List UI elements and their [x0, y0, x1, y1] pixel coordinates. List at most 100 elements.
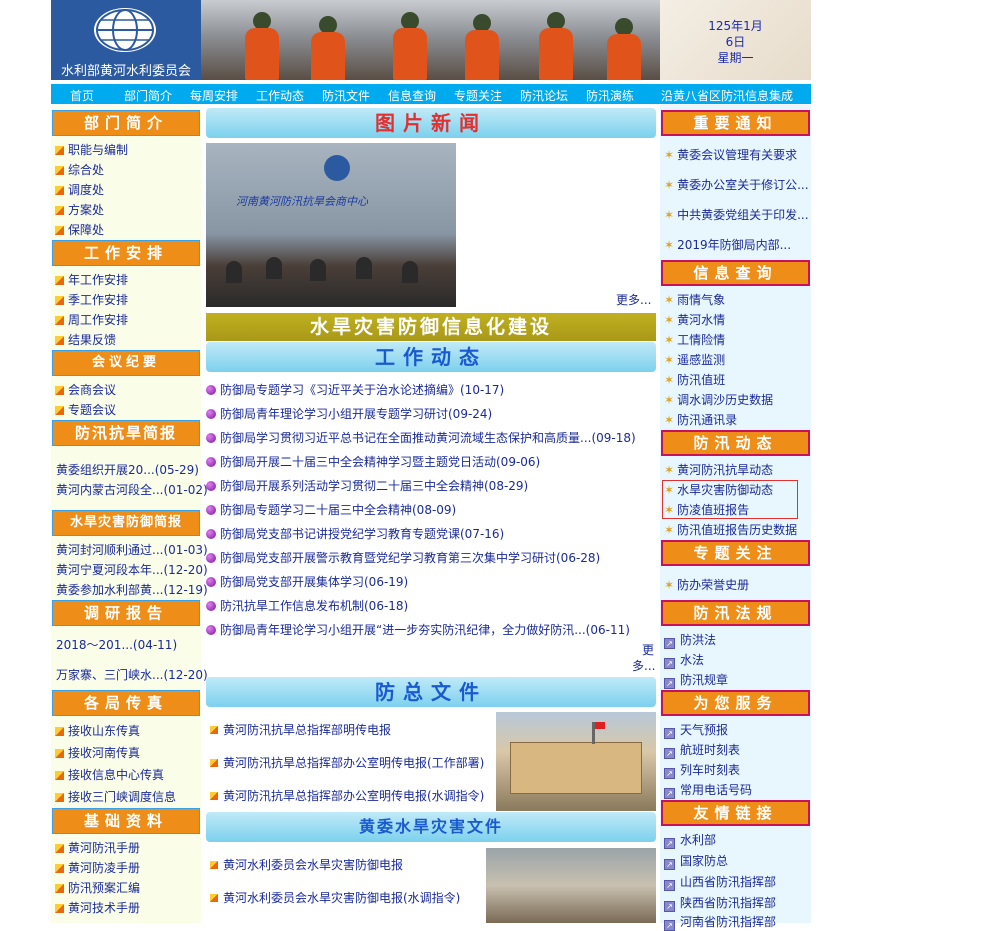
topic-item[interactable]: ✶ 防办荣誉史册: [664, 576, 749, 593]
brief-link[interactable]: 黄委组织开展20...(05-29): [56, 461, 199, 478]
more-link-part[interactable]: 更: [642, 641, 654, 658]
star-icon: ✶: [664, 208, 675, 222]
research-link[interactable]: 万家寨、三门峡水...(12-20): [56, 666, 208, 683]
sidebar-item[interactable]: 黄河防凌手册: [55, 859, 140, 876]
nav-forum[interactable]: 防汛论坛: [520, 87, 568, 104]
news-item[interactable]: 防御局党支部书记讲授党纪学习教育专题党课(07-16): [206, 525, 504, 542]
sidebar-item[interactable]: 防汛预案汇编: [55, 879, 140, 896]
service-item[interactable]: ↗ 天气预报: [664, 721, 728, 739]
news-item[interactable]: 防御局青年理论学习小组开展“进一步夯实防汛纪律，全力做好防汛...(06-11): [206, 621, 630, 638]
yrcc-docs-photo: [486, 848, 656, 923]
friend-link[interactable]: ↗ 陕西省防汛指挥部: [664, 894, 776, 912]
query-item[interactable]: ✶ 遥感监测: [664, 351, 725, 368]
doc-link[interactable]: 黄河水利委员会水旱灾害防御电报: [210, 856, 403, 873]
sidebar-item[interactable]: 接收河南传真: [55, 744, 140, 761]
section-header-basic: 基础资料: [52, 808, 200, 834]
sidebar-item[interactable]: 黄河防汛手册: [55, 839, 140, 856]
service-item[interactable]: ↗ 常用电话号码: [664, 781, 752, 799]
sidebar-item[interactable]: 黄河技术手册: [55, 899, 140, 916]
sidebar-item[interactable]: 综合处: [55, 161, 104, 178]
dynamics-item[interactable]: ✶ 黄河防汛抗旱动态: [664, 461, 773, 478]
law-item[interactable]: ↗ 防汛规章: [664, 671, 728, 689]
news-item[interactable]: 防御局青年理论学习小组开展专题学习研讨(09-24): [206, 405, 492, 422]
more-link[interactable]: 更多...: [616, 291, 651, 308]
research-link[interactable]: 2018～201...(04-11): [56, 636, 177, 653]
sidebar-item[interactable]: 职能与编制: [55, 141, 128, 158]
nav-home[interactable]: 首页: [70, 87, 94, 104]
sidebar-item[interactable]: 季工作安排: [55, 291, 128, 308]
query-item[interactable]: ✶ 黄河水情: [664, 311, 725, 328]
section-header-query: 信息查询: [661, 260, 810, 286]
more-link-part[interactable]: 多...: [632, 657, 655, 674]
law-item[interactable]: ↗ 防洪法: [664, 631, 716, 649]
star-icon: ✶: [664, 293, 675, 307]
dynamics-item[interactable]: ✶ 防汛值班报告历史数据: [664, 521, 797, 538]
star-icon: ✶: [664, 393, 675, 407]
sidebar-item[interactable]: 接收三门峡调度信息: [55, 788, 176, 805]
news-item[interactable]: 防御局专题学习二十届三中全会精神(08-09): [206, 501, 456, 518]
news-item[interactable]: 防御局开展系列活动学习贯彻二十届三中全会精神(08-29): [206, 477, 528, 494]
notice-item[interactable]: ✶ 2019年防御局内部...: [664, 236, 791, 253]
friend-link[interactable]: ↗ 水利部: [664, 831, 716, 849]
sidebar-item[interactable]: 方案处: [55, 201, 104, 218]
notice-item[interactable]: ✶ 黄委会议管理有关要求: [664, 146, 797, 163]
star-icon: ✶: [664, 313, 675, 327]
nav-dept[interactable]: 部门简介: [124, 87, 172, 104]
bullet-icon: [206, 577, 216, 587]
doc-link[interactable]: 黄河水利委员会水旱灾害防御电报(水调指令): [210, 889, 460, 906]
doc-link[interactable]: 黄河防汛抗旱总指挥部明传电报: [210, 721, 391, 738]
query-item[interactable]: ✶ 调水调沙历史数据: [664, 391, 773, 408]
nav-docs[interactable]: 防汛文件: [322, 87, 370, 104]
law-item[interactable]: ↗ 水法: [664, 651, 704, 669]
bullet-icon: [55, 146, 64, 155]
hazard-brief-link[interactable]: 黄河封河顺利通过...(01-03): [56, 541, 208, 558]
news-photo[interactable]: 河南黄河防汛抗旱会商中心: [206, 143, 456, 307]
news-item[interactable]: 防御局党支部开展警示教育暨党纪学习教育第三次集中学习研讨(06-28): [206, 549, 600, 566]
sidebar-item[interactable]: 保障处: [55, 221, 104, 238]
query-item[interactable]: ✶ 防汛通讯录: [664, 411, 737, 428]
sidebar-item[interactable]: 会商会议: [55, 381, 116, 398]
sidebar-item[interactable]: 周工作安排: [55, 311, 128, 328]
bullet-icon: [206, 433, 216, 443]
query-item[interactable]: ✶ 防汛值班: [664, 371, 725, 388]
nav-query[interactable]: 信息查询: [388, 87, 436, 104]
sidebar-item[interactable]: 调度处: [55, 181, 104, 198]
bullet-icon: [55, 336, 64, 345]
hazard-info-banner[interactable]: 水旱灾害防御信息化建设: [206, 313, 656, 341]
service-item[interactable]: ↗ 航班时刻表: [664, 741, 740, 759]
brief-link[interactable]: 黄河内蒙古河段全...(01-02): [56, 481, 208, 498]
notice-item[interactable]: ✶ 黄委办公室关于修订公...: [664, 176, 809, 193]
nav-weekly[interactable]: 每周安排: [190, 87, 238, 104]
news-item[interactable]: 防御局专题学习《习近平关于治水论述摘编》(10-17): [206, 381, 504, 398]
notice-item[interactable]: ✶ 中共黄委党组关于印发...: [664, 206, 809, 223]
docs-header: 防总文件: [206, 677, 656, 707]
news-item[interactable]: 防汛抗旱工作信息发布机制(06-18): [206, 597, 408, 614]
nav-provinces[interactable]: 沿黄八省区防汛信息集成: [661, 87, 793, 104]
bullet-icon: [55, 186, 64, 195]
sidebar-item[interactable]: 接收山东传真: [55, 722, 140, 739]
doc-link[interactable]: 黄河防汛抗旱总指挥部办公室明传电报(工作部署): [210, 754, 484, 771]
sidebar-item[interactable]: 年工作安排: [55, 271, 128, 288]
sidebar-item[interactable]: 结果反馈: [55, 331, 116, 348]
query-item[interactable]: ✶ 工情险情: [664, 331, 725, 348]
news-item[interactable]: 防御局开展二十届三中全会精神学习暨主题党日活动(09-06): [206, 453, 540, 470]
nav-work[interactable]: 工作动态: [256, 87, 304, 104]
friend-link[interactable]: ↗ 国家防总: [664, 852, 728, 870]
news-item[interactable]: 防御局党支部开展集体学习(06-19): [206, 573, 408, 590]
arrow-link-icon: ↗: [664, 920, 675, 931]
star-icon: ✶: [664, 373, 675, 387]
friend-link[interactable]: ↗ 山西省防汛指挥部: [664, 873, 776, 891]
hazard-brief-link[interactable]: 黄委参加水利部黄...(12-19): [56, 581, 208, 598]
sidebar-item[interactable]: 接收信息中心传真: [55, 766, 164, 783]
doc-link[interactable]: 黄河防汛抗旱总指挥部办公室明传电报(水调指令): [210, 787, 484, 804]
service-item[interactable]: ↗ 列车时刻表: [664, 761, 740, 779]
query-item[interactable]: ✶ 雨情气象: [664, 291, 725, 308]
sidebar-item[interactable]: 专题会议: [55, 401, 116, 418]
nav-topics[interactable]: 专题关注: [454, 87, 502, 104]
bullet-icon: [206, 529, 216, 539]
friend-link[interactable]: ↗ 河南省防汛指挥部: [664, 913, 776, 931]
bullet-icon: [55, 771, 64, 780]
hazard-brief-link[interactable]: 黄河宁夏河段本年...(12-20): [56, 561, 208, 578]
nav-drill[interactable]: 防汛演练: [586, 87, 634, 104]
news-item[interactable]: 防御局学习贯彻习近平总书记在全面推动黄河流域生态保护和高质量...(09-18): [206, 429, 636, 446]
